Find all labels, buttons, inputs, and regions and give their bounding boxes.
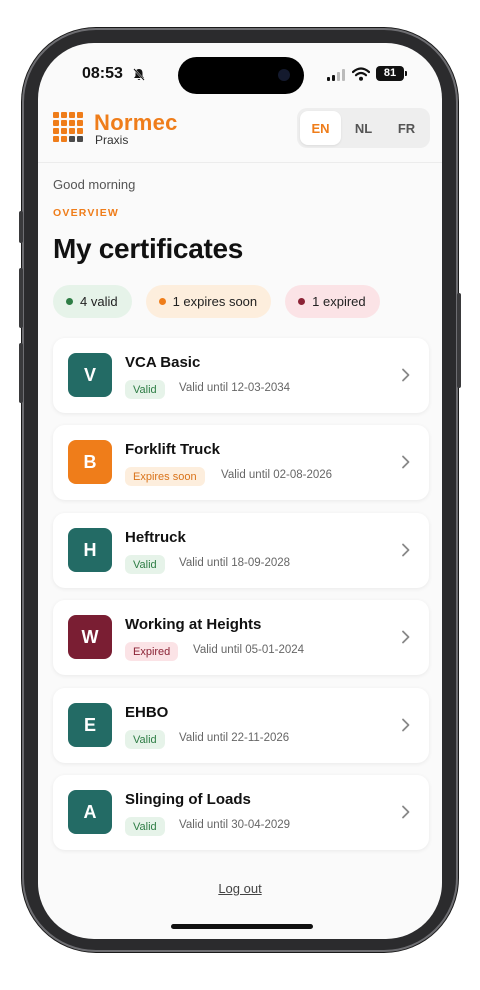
summary-chip-valid: 4 valid <box>53 285 132 318</box>
language-switcher: EN NL FR <box>297 108 430 148</box>
certificate-avatar: H <box>68 528 112 572</box>
status-time: 08:53 <box>82 65 123 82</box>
action-button <box>19 211 23 243</box>
wifi-icon <box>352 67 370 81</box>
certificate-name: Forklift Truck <box>125 441 221 458</box>
certificate-name: Working at Heights <box>125 616 262 633</box>
lang-nl-button[interactable]: NL <box>343 111 384 145</box>
volume-down-button <box>19 343 23 403</box>
certificate-card-forklift-truck[interactable]: B Forklift Truck Expires soon Valid unti… <box>53 425 429 500</box>
certificate-card-slinging-of-loads[interactable]: A Slinging of Loads Valid Valid until 30… <box>53 775 429 850</box>
status-badge: Expires soon <box>125 467 205 486</box>
valid-until: Valid until 30-04-2029 <box>179 819 291 831</box>
chevron-right-icon <box>402 805 410 819</box>
certificate-avatar: W <box>68 615 112 659</box>
certificate-avatar: V <box>68 353 112 397</box>
status-dot-icon <box>298 298 306 305</box>
summary-chip-label: 1 expires soon <box>172 294 258 309</box>
battery-icon: 81 <box>376 66 407 81</box>
home-indicator[interactable] <box>171 924 313 929</box>
certificate-name: VCA Basic <box>125 354 201 371</box>
chevron-right-icon <box>402 718 410 732</box>
status-badge: Valid <box>125 555 165 574</box>
certificate-name: EHBO <box>125 704 169 721</box>
chevron-right-icon <box>402 630 410 644</box>
bell-muted-icon <box>133 68 145 81</box>
volume-up-button <box>19 268 23 328</box>
valid-until: Valid until 22-11-2026 <box>179 732 290 744</box>
camera-icon <box>278 69 290 81</box>
dynamic-island <box>178 57 304 94</box>
summary-chip-label: 1 expired <box>312 294 366 309</box>
page-title: My certificates <box>53 233 244 264</box>
chevron-right-icon <box>402 543 410 557</box>
logo-icon <box>53 112 83 142</box>
valid-until: Valid until 02-08-2026 <box>221 469 333 481</box>
certificate-name: Slinging of Loads <box>125 791 251 808</box>
power-button <box>457 293 461 388</box>
valid-until: Valid until 05-01-2024 <box>193 644 305 656</box>
app-header: Normec Praxis EN NL FR <box>38 103 442 163</box>
certificate-card-vca-basic[interactable]: V VCA Basic Valid Valid until 12-03-2034 <box>53 338 429 413</box>
status-badge: Valid <box>125 817 165 836</box>
certificate-avatar: B <box>68 440 112 484</box>
chevron-right-icon <box>402 368 410 382</box>
summary-chips: 4 valid 1 expires soon 1 expired <box>53 285 380 318</box>
chevron-right-icon <box>402 455 410 469</box>
certificate-card-working-at-heights[interactable]: W Working at Heights Expired Valid until… <box>53 600 429 675</box>
summary-chip-expired: 1 expired <box>285 285 380 318</box>
summary-chip-label: 4 valid <box>80 294 118 309</box>
brand-sub: Praxis <box>95 133 129 147</box>
status-badge: Valid <box>125 730 165 749</box>
certificate-card-heftruck[interactable]: H Heftruck Valid Valid until 18-09-2028 <box>53 513 429 588</box>
lang-fr-button[interactable]: FR <box>386 111 427 145</box>
certificate-name: Heftruck <box>125 529 186 546</box>
screen: 08:53 81 Normec Praxis EN NL FR Good mor… <box>38 43 442 939</box>
valid-until: Valid until 12-03-2034 <box>179 382 291 394</box>
status-dot-icon <box>158 298 166 305</box>
section-overline: OVERVIEW <box>53 207 120 219</box>
lang-en-button[interactable]: EN <box>300 111 341 145</box>
logout-link[interactable]: Log out <box>38 881 442 896</box>
summary-chip-soon: 1 expires soon <box>145 285 272 318</box>
status-badge: Expired <box>125 642 179 661</box>
status-dot-icon <box>66 298 73 305</box>
certificate-card-ehbo[interactable]: E EHBO Valid Valid until 22-11-2026 <box>53 688 429 763</box>
valid-until: Valid until 18-09-2028 <box>179 557 291 569</box>
greeting: Good morning <box>53 177 136 192</box>
status-badge: Valid <box>125 380 165 399</box>
certificate-avatar: A <box>68 790 112 834</box>
signal-icon <box>327 69 345 81</box>
certificate-avatar: E <box>68 703 112 747</box>
